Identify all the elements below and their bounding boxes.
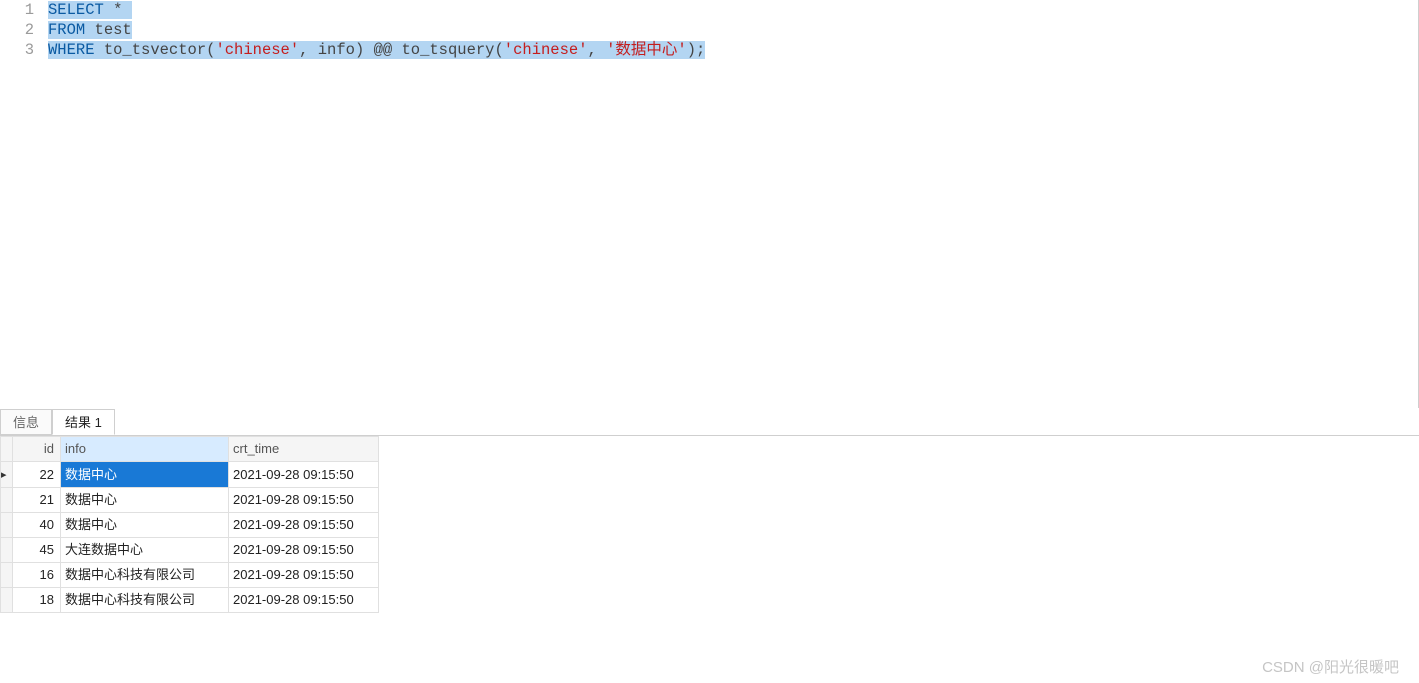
sql-editor[interactable]: 1SELECT * 2FROM test3WHERE to_tsvector('… — [0, 0, 1419, 408]
cell-id[interactable]: 22 — [13, 462, 61, 488]
line-number: 3 — [0, 40, 48, 60]
code-content[interactable]: WHERE to_tsvector('chinese', info) @@ to… — [48, 40, 1418, 60]
code-token: WHERE — [48, 41, 95, 59]
row-marker — [1, 462, 13, 488]
code-token: to_tsvector( — [95, 41, 216, 59]
cell-id[interactable]: 18 — [13, 588, 61, 613]
cell-id[interactable]: 21 — [13, 488, 61, 513]
cell-id[interactable]: 16 — [13, 563, 61, 588]
table-row[interactable]: 18数据中心科技有限公司2021-09-28 09:15:50 — [1, 588, 379, 613]
code-token: 'chinese' — [215, 41, 299, 59]
cell-crt_time[interactable]: 2021-09-28 09:15:50 — [229, 513, 379, 538]
table-row[interactable]: 40数据中心2021-09-28 09:15:50 — [1, 513, 379, 538]
row-marker — [1, 538, 13, 563]
result-tabs-bar: 信息结果 1 — [0, 408, 1419, 436]
code-line[interactable]: 2FROM test — [0, 20, 1418, 40]
col-header-crt_time[interactable]: crt_time — [229, 437, 379, 462]
line-number: 2 — [0, 20, 48, 40]
row-marker — [1, 563, 13, 588]
code-token — [104, 1, 113, 19]
table-row[interactable]: 21数据中心2021-09-28 09:15:50 — [1, 488, 379, 513]
cell-crt_time[interactable]: 2021-09-28 09:15:50 — [229, 462, 379, 488]
code-line[interactable]: 1SELECT * — [0, 0, 1418, 20]
cell-crt_time[interactable]: 2021-09-28 09:15:50 — [229, 488, 379, 513]
cell-crt_time[interactable]: 2021-09-28 09:15:50 — [229, 588, 379, 613]
code-line[interactable]: 3WHERE to_tsvector('chinese', info) @@ t… — [0, 40, 1418, 60]
cell-info[interactable]: 数据中心 — [61, 488, 229, 513]
cell-crt_time[interactable]: 2021-09-28 09:15:50 — [229, 563, 379, 588]
tab-结果 1[interactable]: 结果 1 — [52, 409, 115, 435]
code-token: 'chinese' — [504, 41, 588, 59]
table-row[interactable]: 16数据中心科技有限公司2021-09-28 09:15:50 — [1, 563, 379, 588]
cell-info[interactable]: 数据中心科技有限公司 — [61, 563, 229, 588]
table-row[interactable]: 22数据中心2021-09-28 09:15:50 — [1, 462, 379, 488]
results-table[interactable]: idinfocrt_time 22数据中心2021-09-28 09:15:50… — [0, 436, 379, 613]
row-marker — [1, 588, 13, 613]
tab-信息[interactable]: 信息 — [0, 409, 52, 435]
cell-info[interactable]: 数据中心科技有限公司 — [61, 588, 229, 613]
code-token: ); — [687, 41, 706, 59]
code-token: SELECT — [48, 1, 104, 19]
row-marker — [1, 513, 13, 538]
row-marker — [1, 488, 13, 513]
col-header-info[interactable]: info — [61, 437, 229, 462]
row-marker-header — [1, 437, 13, 462]
cell-id[interactable]: 45 — [13, 538, 61, 563]
code-content[interactable]: SELECT * — [48, 0, 1418, 20]
code-token: FROM — [48, 21, 85, 39]
cell-info[interactable]: 大连数据中心 — [61, 538, 229, 563]
code-token: test — [85, 21, 132, 39]
col-header-id[interactable]: id — [13, 437, 61, 462]
code-token: '数据中心' — [606, 41, 687, 59]
code-token — [122, 1, 131, 19]
code-token: , — [588, 41, 607, 59]
line-number: 1 — [0, 0, 48, 20]
table-row[interactable]: 45大连数据中心2021-09-28 09:15:50 — [1, 538, 379, 563]
cell-info[interactable]: 数据中心 — [61, 462, 229, 488]
cell-id[interactable]: 40 — [13, 513, 61, 538]
cell-crt_time[interactable]: 2021-09-28 09:15:50 — [229, 538, 379, 563]
results-grid-pane: idinfocrt_time 22数据中心2021-09-28 09:15:50… — [0, 436, 1419, 683]
cell-info[interactable]: 数据中心 — [61, 513, 229, 538]
code-token: , info) @@ to_tsquery( — [299, 41, 504, 59]
code-content[interactable]: FROM test — [48, 20, 1418, 40]
